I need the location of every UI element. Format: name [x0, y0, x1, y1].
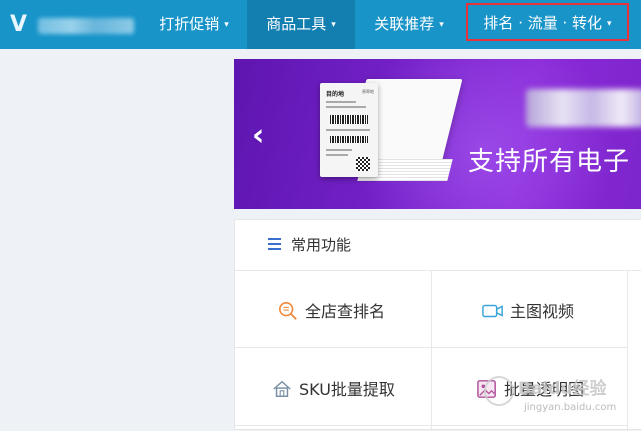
magnifier-doc-icon: [279, 302, 297, 320]
label-title: 目的地: [326, 91, 345, 98]
barcode-icon: [330, 136, 368, 143]
tool-main-video[interactable]: 主图视频: [432, 270, 627, 348]
label-line: [326, 101, 356, 103]
tool-label: 主图视频: [510, 302, 575, 321]
banner-title-blurred: [526, 89, 641, 127]
house-icon: [273, 380, 291, 397]
video-camera-icon: [482, 304, 503, 318]
nav-label: 商品工具: [266, 15, 327, 33]
caret-down-icon: ▾: [224, 20, 229, 30]
banner-headline: 支持所有电子: [468, 147, 631, 177]
nav-label: 排名 · 流量 · 转化: [483, 14, 603, 32]
nav-label: 关联推荐: [374, 15, 435, 33]
tool-label: SKU批量提取: [299, 380, 395, 399]
label-line: [326, 149, 352, 151]
caret-down-icon: ▾: [439, 20, 444, 30]
app-logo[interactable]: V: [10, 13, 138, 37]
barcode-icon: [330, 115, 368, 124]
qr-code-icon: [356, 157, 370, 171]
label-line: [326, 106, 366, 108]
chevron-left-icon[interactable]: ‹: [252, 121, 274, 151]
menu-list-icon: [268, 238, 281, 250]
nav-item-product-tools[interactable]: 商品工具 ▾: [247, 0, 355, 49]
caret-down-icon: ▾: [607, 19, 612, 29]
top-nav: V 打折促销 ▾ 商品工具 ▾ 关联推荐 ▾ 排名 · 流量 · 转化 ▾: [0, 0, 641, 49]
tool-sku-batch-extract[interactable]: SKU批量提取: [235, 348, 431, 426]
nav-item-ranking-traffic-conversion[interactable]: 排名 · 流量 · 转化 ▾: [466, 0, 629, 49]
tool-shop-ranking[interactable]: 全店查排名: [235, 270, 431, 348]
logo-v-icon: V: [10, 12, 28, 37]
shipping-label-image: 目的地 原寄地: [320, 83, 378, 177]
common-functions-panel: 常用功能 全店查排名 主图视频 SKU批量提取 批量透明图: [234, 219, 641, 431]
grid-divider: [627, 270, 628, 431]
tool-batch-transparent-image[interactable]: 批量透明图: [432, 348, 627, 426]
panel-header: 常用功能: [235, 220, 641, 271]
label-tag: 原寄地: [362, 89, 374, 94]
tool-label: 批量透明图: [504, 380, 585, 399]
nav-item-related-recommend[interactable]: 关联推荐 ▾: [355, 0, 463, 49]
label-line: [326, 129, 370, 131]
tool-label: 全店查排名: [305, 302, 386, 321]
panel-title: 常用功能: [291, 236, 352, 254]
nav-item-promotions[interactable]: 打折促销 ▾: [141, 0, 247, 49]
caret-down-icon: ▾: [331, 20, 336, 30]
logo-text-blurred: [38, 18, 134, 34]
nav-label: 打折促销: [159, 15, 220, 33]
label-line: [326, 154, 348, 156]
promo-banner[interactable]: ‹ 目的地 原寄地 支持所有电子: [234, 59, 641, 209]
image-icon: [477, 380, 496, 398]
